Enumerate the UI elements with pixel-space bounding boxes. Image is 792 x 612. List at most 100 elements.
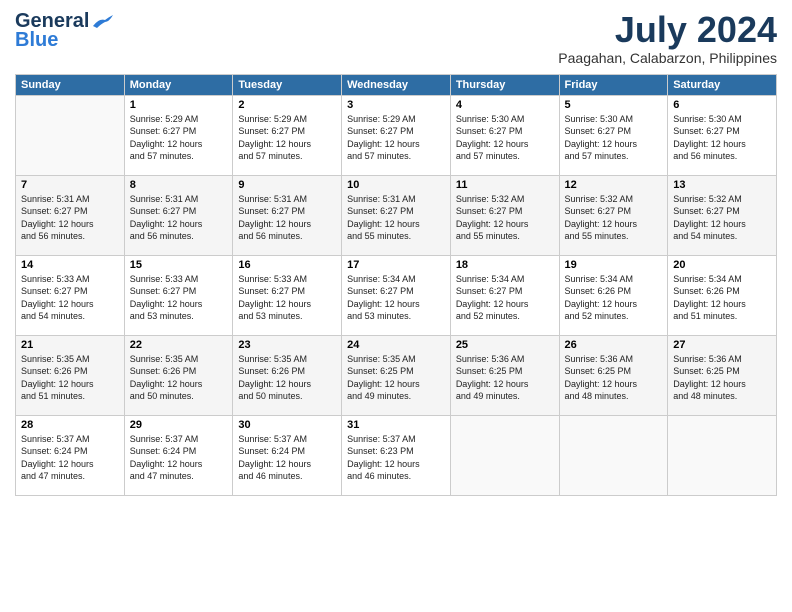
calendar-cell: 31Sunrise: 5:37 AM Sunset: 6:23 PM Dayli… (342, 415, 451, 495)
cell-content: Sunrise: 5:34 AM Sunset: 6:26 PM Dayligh… (673, 273, 771, 323)
calendar-cell: 8Sunrise: 5:31 AM Sunset: 6:27 PM Daylig… (124, 175, 233, 255)
calendar-cell: 23Sunrise: 5:35 AM Sunset: 6:26 PM Dayli… (233, 335, 342, 415)
col-header-monday: Monday (124, 74, 233, 95)
day-number: 18 (456, 259, 554, 271)
calendar-cell: 19 Sunrise: 5:34 AM Sunset: 6:26 PM Dayli… (559, 255, 668, 335)
calendar-cell: 1 Sunrise: 5:29 AM Sunset: 6:27 PM Daylig… (124, 95, 233, 175)
cell-content: Sunrise: 5:35 AM Sunset: 6:26 PM Dayligh… (130, 353, 228, 403)
title-block: July 2024 Paagahan, Calabarzon, Philippi… (558, 10, 777, 66)
day-number: 27 (673, 339, 771, 351)
cell-content: Sunrise: 5:29 AM Sunset: 6:27 PM Dayligh… (238, 113, 336, 163)
cell-content: Sunrise: 5:36 AM Sunset: 6:25 PM Dayligh… (565, 353, 663, 403)
calendar-cell: 4Sunrise: 5:30 AM Sunset: 6:27 PM Daylig… (450, 95, 559, 175)
cell-content: Sunrise: 5:35 AM Sunset: 6:25 PM Dayligh… (347, 353, 445, 403)
calendar-cell: 18 Sunrise: 5:34 AM Sunset: 6:27 PM Dayli… (450, 255, 559, 335)
col-header-wednesday: Wednesday (342, 74, 451, 95)
day-number: 6 (673, 99, 771, 111)
calendar-cell: 20 Sunrise: 5:34 AM Sunset: 6:26 PM Dayli… (668, 255, 777, 335)
cell-content: Sunrise: 5:36 AM Sunset: 6:25 PM Dayligh… (456, 353, 554, 403)
cell-content: Sunrise: 5:29 AM Sunset: 6:27 PM Dayligh… (347, 113, 445, 163)
calendar-cell (16, 95, 125, 175)
day-number: 7 (21, 179, 119, 191)
col-header-thursday: Thursday (450, 74, 559, 95)
cell-content: Sunrise: 5:32 AM Sunset: 6:27 PM Dayligh… (673, 193, 771, 243)
cell-content: Sunrise: 5:33 AM Sunset: 6:27 PM Dayligh… (130, 273, 228, 323)
day-number: 13 (673, 179, 771, 191)
cell-content: Sunrise: 5:30 AM Sunset: 6:27 PM Dayligh… (565, 113, 663, 163)
calendar-cell: 29 Sunrise: 5:37 AM Sunset: 6:24 PM Dayli… (124, 415, 233, 495)
day-number: 19 (565, 259, 663, 271)
col-header-sunday: Sunday (16, 74, 125, 95)
cell-content: Sunrise: 5:36 AM Sunset: 6:25 PM Dayligh… (673, 353, 771, 403)
calendar-cell: 13 Sunrise: 5:32 AM Sunset: 6:27 PM Dayli… (668, 175, 777, 255)
cell-content: Sunrise: 5:31 AM Sunset: 6:27 PM Dayligh… (347, 193, 445, 243)
day-number: 26 (565, 339, 663, 351)
week-row-3: 14 Sunrise: 5:33 AM Sunset: 6:27 PM Dayli… (16, 255, 777, 335)
calendar-cell (559, 415, 668, 495)
day-number: 12 (565, 179, 663, 191)
week-row-5: 28 Sunrise: 5:37 AM Sunset: 6:24 PM Dayli… (16, 415, 777, 495)
day-number: 14 (21, 259, 119, 271)
calendar-cell: 10 Sunrise: 5:31 AM Sunset: 6:27 PM Dayli… (342, 175, 451, 255)
day-number: 21 (21, 339, 119, 351)
day-number: 10 (347, 179, 445, 191)
col-header-friday: Friday (559, 74, 668, 95)
logo-bird-icon (91, 14, 113, 30)
calendar-cell: 21Sunrise: 5:35 AM Sunset: 6:26 PM Dayli… (16, 335, 125, 415)
day-number: 22 (130, 339, 228, 351)
cell-content: Sunrise: 5:34 AM Sunset: 6:26 PM Dayligh… (565, 273, 663, 323)
cell-content: Sunrise: 5:34 AM Sunset: 6:27 PM Dayligh… (456, 273, 554, 323)
calendar-cell (668, 415, 777, 495)
day-number: 1 (130, 99, 228, 111)
cell-content: Sunrise: 5:37 AM Sunset: 6:24 PM Dayligh… (21, 433, 119, 483)
col-header-saturday: Saturday (668, 74, 777, 95)
day-number: 28 (21, 419, 119, 431)
day-number: 20 (673, 259, 771, 271)
cell-content: Sunrise: 5:37 AM Sunset: 6:23 PM Dayligh… (347, 433, 445, 483)
day-number: 29 (130, 419, 228, 431)
calendar-cell: 14 Sunrise: 5:33 AM Sunset: 6:27 PM Dayli… (16, 255, 125, 335)
calendar-cell: 11Sunrise: 5:32 AM Sunset: 6:27 PM Dayli… (450, 175, 559, 255)
calendar-cell: 22 Sunrise: 5:35 AM Sunset: 6:26 PM Dayli… (124, 335, 233, 415)
calendar-cell: 12 Sunrise: 5:32 AM Sunset: 6:27 PM Dayli… (559, 175, 668, 255)
calendar-table: SundayMondayTuesdayWednesdayThursdayFrid… (15, 74, 777, 496)
cell-content: Sunrise: 5:29 AM Sunset: 6:27 PM Dayligh… (130, 113, 228, 163)
calendar-cell: 7 Sunrise: 5:31 AM Sunset: 6:27 PM Daylig… (16, 175, 125, 255)
calendar-cell (450, 415, 559, 495)
calendar-cell: 6Sunrise: 5:30 AM Sunset: 6:27 PM Daylig… (668, 95, 777, 175)
calendar-cell: 9Sunrise: 5:31 AM Sunset: 6:27 PM Daylig… (233, 175, 342, 255)
cell-content: Sunrise: 5:32 AM Sunset: 6:27 PM Dayligh… (565, 193, 663, 243)
day-number: 23 (238, 339, 336, 351)
calendar-cell: 2 Sunrise: 5:29 AM Sunset: 6:27 PM Daylig… (233, 95, 342, 175)
day-number: 30 (238, 419, 336, 431)
calendar-cell: 5 Sunrise: 5:30 AM Sunset: 6:27 PM Daylig… (559, 95, 668, 175)
header: General Blue July 2024 Paagahan, Calabar… (15, 10, 777, 66)
calendar-cell: 3 Sunrise: 5:29 AM Sunset: 6:27 PM Daylig… (342, 95, 451, 175)
day-number: 9 (238, 179, 336, 191)
header-row: SundayMondayTuesdayWednesdayThursdayFrid… (16, 74, 777, 95)
day-number: 8 (130, 179, 228, 191)
logo: General Blue (15, 10, 113, 52)
logo-blue: Blue (15, 29, 58, 52)
calendar-cell: 28 Sunrise: 5:37 AM Sunset: 6:24 PM Dayli… (16, 415, 125, 495)
day-number: 24 (347, 339, 445, 351)
calendar-cell: 24 Sunrise: 5:35 AM Sunset: 6:25 PM Dayli… (342, 335, 451, 415)
week-row-1: 1 Sunrise: 5:29 AM Sunset: 6:27 PM Daylig… (16, 95, 777, 175)
cell-content: Sunrise: 5:32 AM Sunset: 6:27 PM Dayligh… (456, 193, 554, 243)
calendar-cell: 26 Sunrise: 5:36 AM Sunset: 6:25 PM Dayli… (559, 335, 668, 415)
day-number: 25 (456, 339, 554, 351)
day-number: 2 (238, 99, 336, 111)
day-number: 3 (347, 99, 445, 111)
day-number: 4 (456, 99, 554, 111)
week-row-2: 7 Sunrise: 5:31 AM Sunset: 6:27 PM Daylig… (16, 175, 777, 255)
day-number: 17 (347, 259, 445, 271)
location-title: Paagahan, Calabarzon, Philippines (558, 50, 777, 66)
cell-content: Sunrise: 5:37 AM Sunset: 6:24 PM Dayligh… (130, 433, 228, 483)
col-header-tuesday: Tuesday (233, 74, 342, 95)
page: General Blue July 2024 Paagahan, Calabar… (0, 0, 792, 612)
cell-content: Sunrise: 5:33 AM Sunset: 6:27 PM Dayligh… (21, 273, 119, 323)
calendar-cell: 25 Sunrise: 5:36 AM Sunset: 6:25 PM Dayli… (450, 335, 559, 415)
day-number: 5 (565, 99, 663, 111)
day-number: 15 (130, 259, 228, 271)
cell-content: Sunrise: 5:31 AM Sunset: 6:27 PM Dayligh… (21, 193, 119, 243)
